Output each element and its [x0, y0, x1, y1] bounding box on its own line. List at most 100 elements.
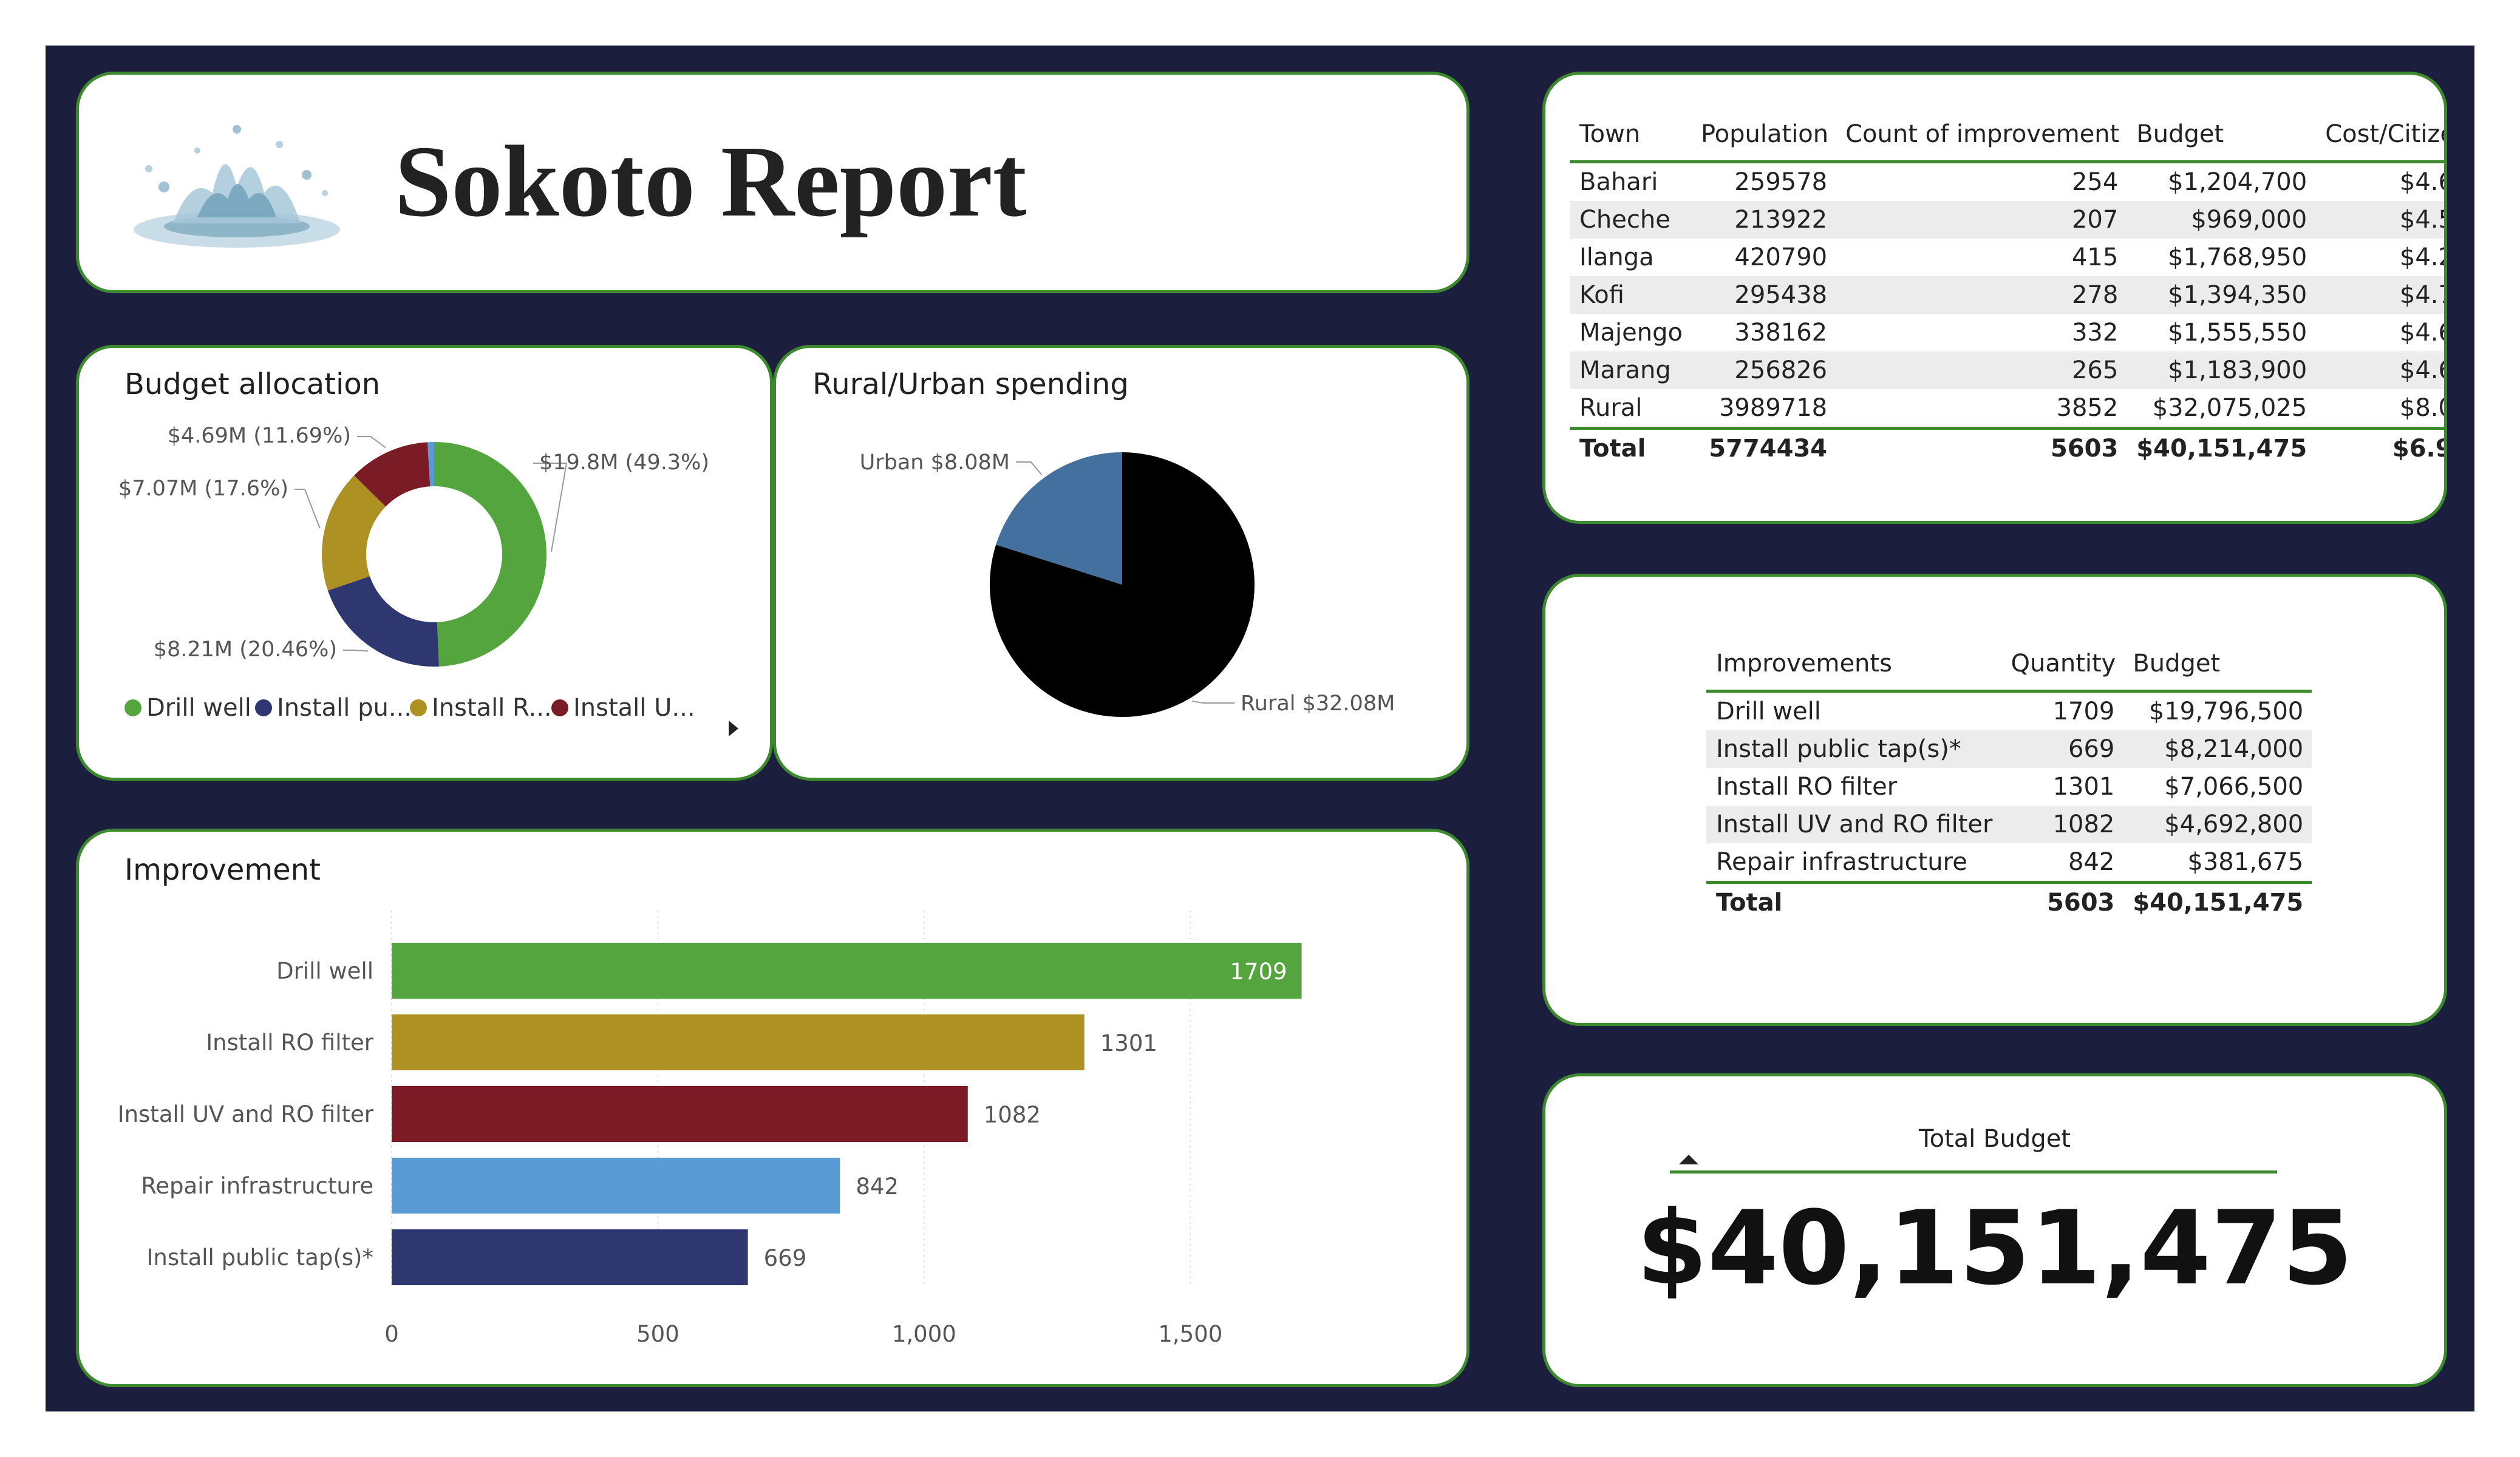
cell-town: Marang — [1579, 356, 1671, 384]
data-label: Urban $8.08M — [860, 450, 1010, 475]
cell-budget: $1,183,900 — [2168, 356, 2307, 384]
table-row: Ilanga 420790 415 $1,768,950 $4.20 — [1570, 239, 2444, 276]
column-header-budget[interactable]: Budget — [2127, 120, 2315, 162]
leader-line — [295, 489, 321, 529]
total-budget-value: $40,151,475 — [1636, 1189, 2353, 1308]
cell-town: Kofi — [1579, 281, 1624, 309]
cell-quantity: 669 — [2068, 735, 2115, 763]
data-label: $19.8M (49.3%) — [539, 450, 709, 475]
improvements-table: Improvements Quantity Budget Drill well 1… — [1706, 650, 2312, 922]
donut-slice-install-public-tap-s[interactable] — [327, 576, 439, 667]
table-row: Kofi 295438 278 $1,394,350 $4.72 — [1570, 276, 2444, 314]
bar-install-uv-and-ro-filter[interactable] — [392, 1086, 968, 1142]
budget-donut-chart: $19.8M (49.3%) $8.21M (20.46%) $7.07M (17.… — [118, 424, 709, 667]
cell-count: 254 — [2071, 168, 2119, 196]
data-label: $4.69M (11.69%) — [168, 424, 351, 448]
total-budget-card: Total Budget $40,151,475 — [1542, 1073, 2447, 1387]
bar-value-label: 1301 — [1100, 1030, 1157, 1056]
total-budget-label: Total Budget — [1919, 1125, 2071, 1153]
table-row: Rural 3989718 3852 $32,075,025 $8.04 — [1570, 389, 2444, 429]
cell-count: 278 — [2071, 281, 2119, 309]
cell-town: Ilanga — [1579, 243, 1654, 271]
table-total-row: Total 5774434 5603 $40,151,475 $6.95 — [1570, 428, 2444, 468]
cell-budget: $381,675 — [2187, 848, 2304, 876]
cell-population: 259578 — [1734, 168, 1828, 196]
table-row: Drill well 1709 $19,796,500 — [1706, 691, 2312, 731]
cell-budget: $32,075,025 — [2152, 394, 2307, 422]
legend-item-install-ro[interactable]: Install R... — [410, 694, 552, 722]
cell-budget: $4,692,800 — [2164, 810, 2304, 838]
cell-budget: $1,204,700 — [2168, 168, 2307, 196]
column-header-town[interactable]: Town — [1570, 120, 1691, 162]
bar-drill-well[interactable] — [392, 943, 1302, 999]
water-splash-icon — [134, 125, 340, 248]
caret-right-icon[interactable] — [727, 719, 741, 738]
bar-install-public-tap-s[interactable] — [392, 1229, 748, 1285]
cell-cost: $4.72 — [2399, 281, 2444, 309]
legend-swatch — [410, 699, 427, 716]
caret-up-icon[interactable] — [1678, 1153, 1700, 1166]
cell-budget: $1,768,950 — [2168, 243, 2307, 271]
cell-improvement: Install public tap(s)* — [1716, 735, 1961, 763]
cell-improvement: Repair infrastructure — [1716, 848, 1967, 876]
town-table: Town Population Count of improvement Bud… — [1570, 120, 2444, 468]
legend-item-drill-well[interactable]: Drill well — [124, 694, 251, 722]
data-label: $7.07M (17.6%) — [118, 477, 288, 501]
legend-label: Install pu... — [277, 694, 412, 722]
cell-budget: $1,394,350 — [2168, 281, 2307, 309]
legend-label: Install R... — [432, 694, 552, 722]
bar-repair-infrastructure[interactable] — [392, 1158, 840, 1214]
cell-town: Rural — [1579, 394, 1643, 422]
table-row: Majengo 338162 332 $1,555,550 $4.60 — [1570, 314, 2444, 352]
data-label: Rural $32.08M — [1241, 691, 1395, 716]
cell-count: 207 — [2071, 206, 2119, 234]
cell-cost: $4.64 — [2399, 168, 2444, 196]
bar-install-ro-filter[interactable] — [392, 1014, 1085, 1070]
cell-budget: $19,796,500 — [2148, 698, 2304, 725]
total-budget-divider — [1670, 1170, 2277, 1173]
cell-population: 256826 — [1734, 356, 1828, 384]
cell-cost: $4.61 — [2399, 356, 2444, 384]
cell-count: 3852 — [2056, 394, 2119, 422]
cell-population: 420790 — [1734, 243, 1828, 271]
y-category-label: Install UV and RO filter — [118, 1101, 374, 1127]
legend-swatch — [124, 699, 141, 716]
cell-count: 415 — [2071, 243, 2119, 271]
bar-value-label: 1082 — [984, 1102, 1041, 1128]
improvements-table-card: Improvements Quantity Budget Drill well 1… — [1542, 574, 2447, 1026]
bar-value-label: 669 — [764, 1245, 807, 1271]
legend-item-install-uv[interactable]: Install U... — [551, 694, 695, 722]
column-header-count[interactable]: Count of improvement — [1836, 120, 2127, 162]
total-budget: $40,151,475 — [2133, 889, 2304, 917]
page-title: Sokoto Report — [395, 125, 1027, 238]
total-quantity: 5603 — [2047, 889, 2115, 917]
x-tick-label: 1,000 — [892, 1321, 956, 1347]
legend-swatch — [255, 699, 272, 716]
column-header-quantity[interactable]: Quantity — [2001, 650, 2123, 691]
table-row: Cheche 213922 207 $969,000 $4.53 — [1570, 201, 2444, 239]
donut-slice-drill-well[interactable] — [434, 442, 547, 667]
bar-value-label: 842 — [856, 1173, 899, 1200]
improvement-bar-chart: 0 500 1,000 1,500 Drill well 1709 Install RO f… — [118, 911, 1302, 1347]
legend-label: Install U... — [573, 694, 695, 722]
column-header-budget[interactable]: Budget — [2123, 650, 2312, 691]
leader-line — [343, 650, 369, 652]
column-header-improvements[interactable]: Improvements — [1706, 650, 2001, 691]
cell-town: Cheche — [1579, 206, 1670, 234]
rural-urban-card: Rural/Urban spending Rural $32.08M Urban … — [773, 345, 1469, 781]
legend-swatch — [551, 699, 568, 716]
cell-budget: $1,555,550 — [2168, 319, 2307, 347]
total-label: Total — [1716, 889, 1783, 917]
column-header-cost-citizen[interactable]: Cost/Citizen — [2315, 120, 2444, 162]
cell-quantity: 1709 — [2052, 698, 2115, 725]
legend-label: Drill well — [146, 694, 251, 722]
legend-item-install-public[interactable]: Install pu... — [255, 694, 412, 722]
cell-cost: $4.20 — [2399, 243, 2444, 271]
column-header-population[interactable]: Population — [1691, 120, 1836, 162]
cell-improvement: Drill well — [1716, 698, 1821, 725]
cell-cost: $8.04 — [2399, 394, 2444, 422]
x-tick-label: 1,500 — [1158, 1321, 1222, 1347]
y-category-label: Install public tap(s)* — [146, 1245, 373, 1271]
rural-urban-pie-chart: Rural $32.08M Urban $8.08M — [860, 450, 1395, 717]
cell-improvement: Install UV and RO filter — [1716, 810, 1993, 838]
